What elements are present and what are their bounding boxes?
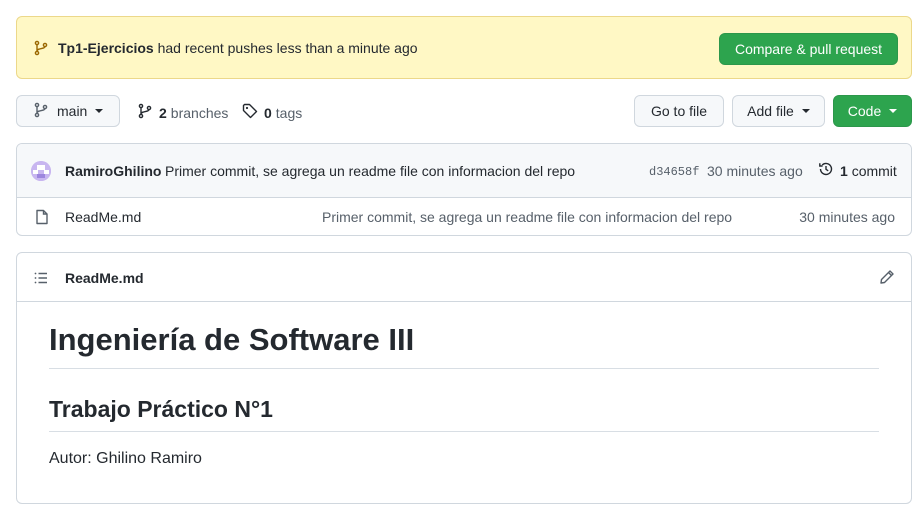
banner-repo-name[interactable]: Tp1-Ejercicios [58,40,154,56]
commit-time: 30 minutes ago [707,163,803,179]
go-to-file-button[interactable]: Go to file [634,95,724,127]
tag-icon [242,103,258,122]
tags-label: tags [275,104,303,121]
pencil-icon[interactable] [879,269,895,288]
branch-select-button[interactable]: main [16,95,120,127]
readme-paragraph: Autor: Ghilino Ramiro [49,450,202,467]
commit-sha[interactable]: d34658f [649,165,699,179]
compare-pull-request-button[interactable]: Compare & pull request [719,33,898,65]
readme-heading-2: Trabajo Práctico N°1 [49,393,879,432]
commit-count: 1 [840,162,848,179]
banner-text: Tp1-Ejercicios had recent pushes less th… [58,40,418,56]
branch-name: main [57,103,88,119]
list-icon[interactable] [33,270,49,289]
commit-message[interactable]: Primer commit, se agrega un readme file … [165,163,575,179]
caret-down-icon [801,109,810,113]
commit-count-link[interactable]: 1 commit [818,161,897,180]
file-browser: RamiroGhilino Primer commit, se agrega u… [16,143,912,236]
readme-panel: ReadMe.md Ingeniería de Software III Tra… [16,252,912,504]
file-icon [34,209,50,228]
branches-label: branches [170,104,229,121]
git-branch-icon [33,102,49,121]
caret-down-icon [95,109,104,113]
banner-message: had recent pushes less than a minute ago [153,40,418,56]
file-commit-time: 30 minutes ago [799,209,895,225]
history-icon [818,161,834,180]
add-file-button[interactable]: Add file [732,95,825,127]
tags-count: 0 [264,104,272,121]
latest-commit-row: RamiroGhilino Primer commit, se agrega u… [17,144,911,198]
branches-link[interactable]: 2 branches [137,103,228,122]
readme-heading-1: Ingeniería de Software III [49,321,879,369]
code-button[interactable]: Code [833,95,912,127]
commit-author[interactable]: RamiroGhilino [65,163,161,179]
recent-push-banner: Tp1-Ejercicios had recent pushes less th… [16,16,912,79]
readme-filename[interactable]: ReadMe.md [65,270,144,286]
branches-count: 2 [159,104,167,121]
git-branch-icon [137,103,153,122]
code-label: Code [847,103,882,119]
file-commit-message[interactable]: Primer commit, se agrega un readme file … [322,209,732,225]
caret-down-icon [889,109,898,113]
readme-content: Ingeniería de Software III Trabajo Práct… [49,321,879,468]
git-branch-icon [33,40,49,56]
add-file-label: Add file [747,103,794,119]
file-name[interactable]: ReadMe.md [65,209,141,225]
readme-header: ReadMe.md [17,253,911,302]
file-row: ReadMe.md Primer commit, se agrega un re… [17,198,911,235]
commit-count-label: commit [851,162,897,179]
tags-link[interactable]: 0 tags [242,103,302,122]
avatar[interactable] [31,161,51,181]
